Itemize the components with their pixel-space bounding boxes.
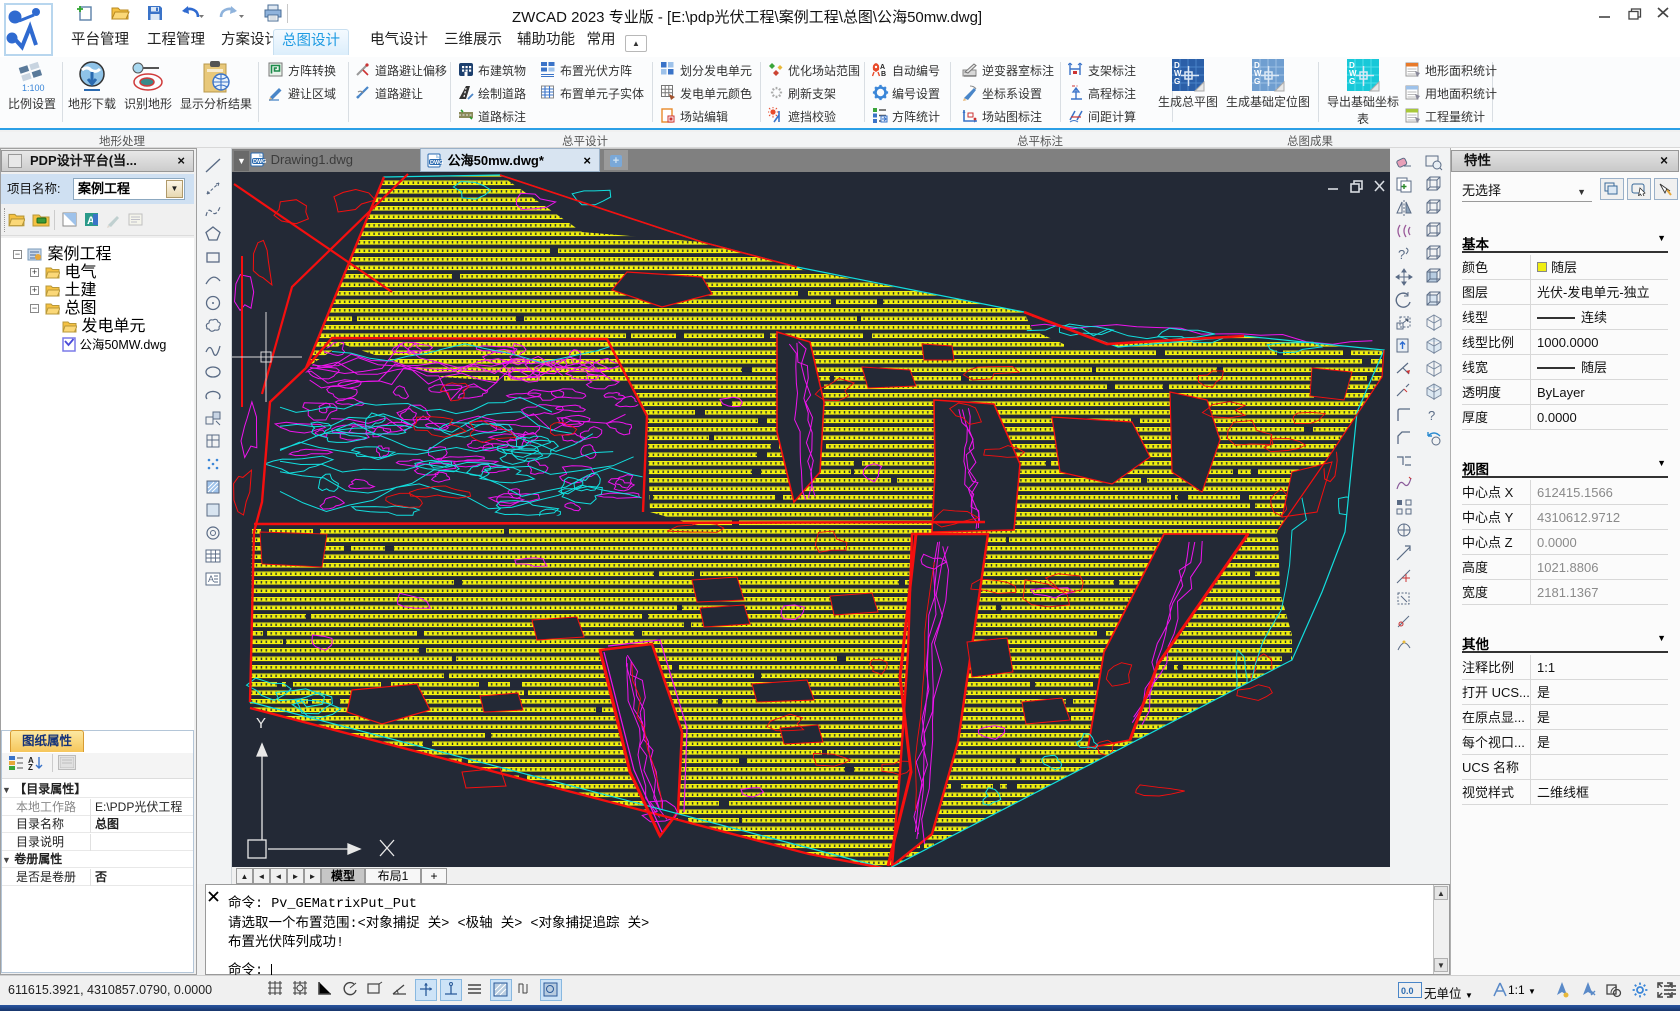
- svg-text:Y: Y: [256, 715, 266, 732]
- svg-text:0.0: 0.0: [1401, 986, 1414, 996]
- svg-text:1:100: 1:100: [22, 83, 45, 93]
- svg-text:G: G: [1174, 77, 1180, 86]
- svg-text:G: G: [1254, 77, 1260, 86]
- svg-text:A: A: [880, 64, 885, 71]
- svg-text:A: A: [208, 574, 214, 584]
- svg-text:B: B: [881, 71, 886, 78]
- svg-text:DWG: DWG: [430, 160, 443, 166]
- svg-text:DWG: DWG: [253, 159, 266, 165]
- svg-text:?: ?: [1398, 247, 1405, 262]
- svg-text:Z: Z: [28, 763, 33, 771]
- svg-text:?: ?: [1428, 408, 1435, 423]
- svg-text:G: G: [1349, 77, 1355, 86]
